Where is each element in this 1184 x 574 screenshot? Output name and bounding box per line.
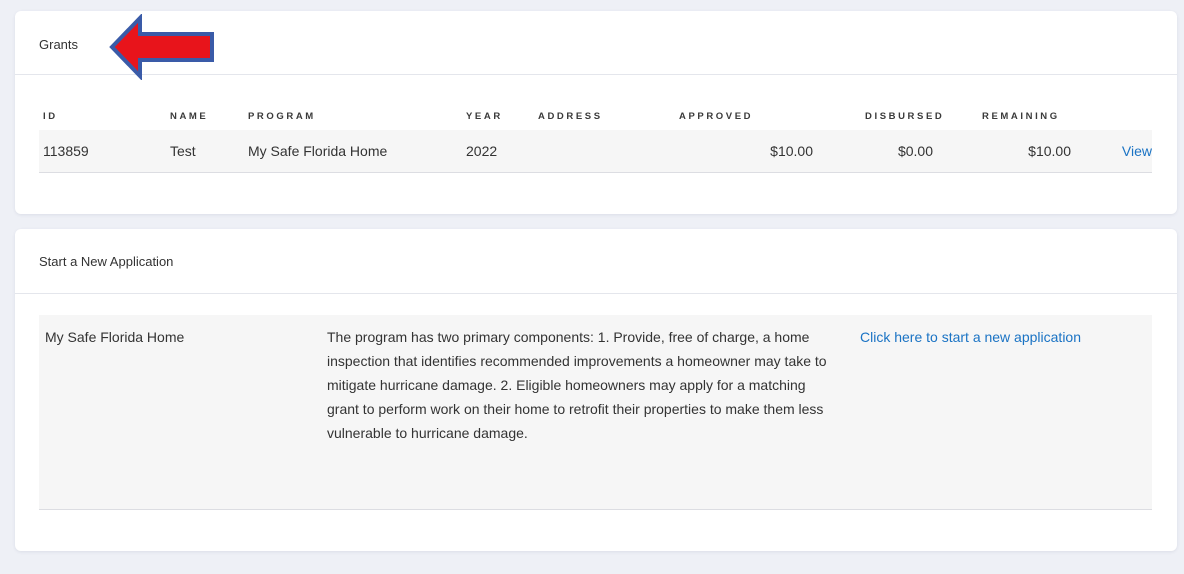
cell-name: Test (170, 143, 196, 159)
column-header-approved: APPROVED (679, 110, 754, 122)
left-arrow-icon (109, 14, 214, 80)
grants-table: ID NAME PROGRAM YEAR ADDRESS APPROVED DI… (39, 102, 1152, 173)
new-application-title: Start a New Application (39, 253, 174, 269)
cell-id: 113859 (43, 143, 89, 159)
view-link[interactable]: View (1122, 143, 1152, 159)
application-program-row: My Safe Florida Home The program has two… (39, 315, 1152, 510)
cell-disbursed: $0.00 (897, 143, 933, 159)
column-header-program: PROGRAM (248, 110, 316, 122)
new-application-card: Start a New Application My Safe Florida … (15, 229, 1177, 551)
column-header-address: ADDRESS (538, 110, 603, 122)
column-header-disbursed: DISBURSED (865, 110, 945, 122)
program-description: The program has two primary components: … (327, 329, 827, 441)
cell-year: 2022 (466, 143, 498, 159)
program-name: My Safe Florida Home (45, 329, 185, 345)
column-header-remaining: REMAINING (982, 110, 1060, 122)
cell-remaining: $10.00 (1028, 143, 1071, 159)
table-header: ID NAME PROGRAM YEAR ADDRESS APPROVED DI… (39, 102, 1152, 130)
grants-title: Grants (39, 37, 79, 52)
column-header-name: NAME (170, 110, 209, 122)
new-application-header: Start a New Application (15, 229, 1177, 294)
cell-program: My Safe Florida Home (248, 143, 388, 159)
grants-card: Grants ID NAME PROGRAM YEAR ADDRESS APPR… (15, 11, 1177, 214)
column-header-id: ID (43, 110, 58, 122)
column-header-year: YEAR (466, 110, 503, 122)
cell-approved: $10.00 (770, 143, 813, 159)
table-row: 113859 Test My Safe Florida Home 2022 $1… (39, 130, 1152, 173)
start-application-link[interactable]: Click here to start a new application (860, 329, 1081, 345)
